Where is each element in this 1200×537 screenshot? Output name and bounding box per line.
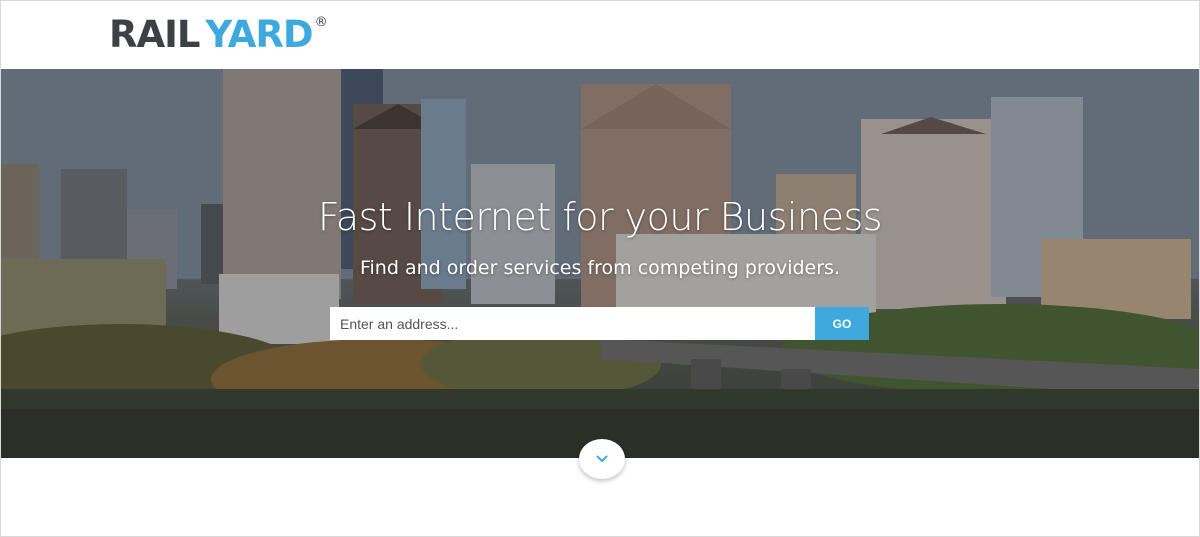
address-search-form: GO bbox=[330, 307, 869, 340]
page: RAIL YARD ® Fast Internet for your Busin… bbox=[0, 0, 1200, 537]
scroll-down-button[interactable] bbox=[579, 439, 625, 479]
hero-title: Fast Internet for your Business bbox=[317, 195, 883, 239]
logo-text-rail: RAIL bbox=[109, 13, 200, 56]
address-input[interactable] bbox=[330, 307, 815, 340]
site-header: RAIL YARD ® bbox=[1, 1, 1199, 69]
go-button[interactable]: GO bbox=[815, 307, 869, 340]
logo-text-yard: YARD bbox=[205, 13, 313, 56]
hero-section: Fast Internet for your Business Find and… bbox=[1, 69, 1199, 458]
chevron-down-icon bbox=[596, 455, 608, 462]
hero-subtitle: Find and order services from competing p… bbox=[359, 257, 840, 279]
railyard-logo[interactable]: RAIL YARD ® bbox=[109, 13, 328, 57]
registered-mark: ® bbox=[314, 15, 328, 30]
